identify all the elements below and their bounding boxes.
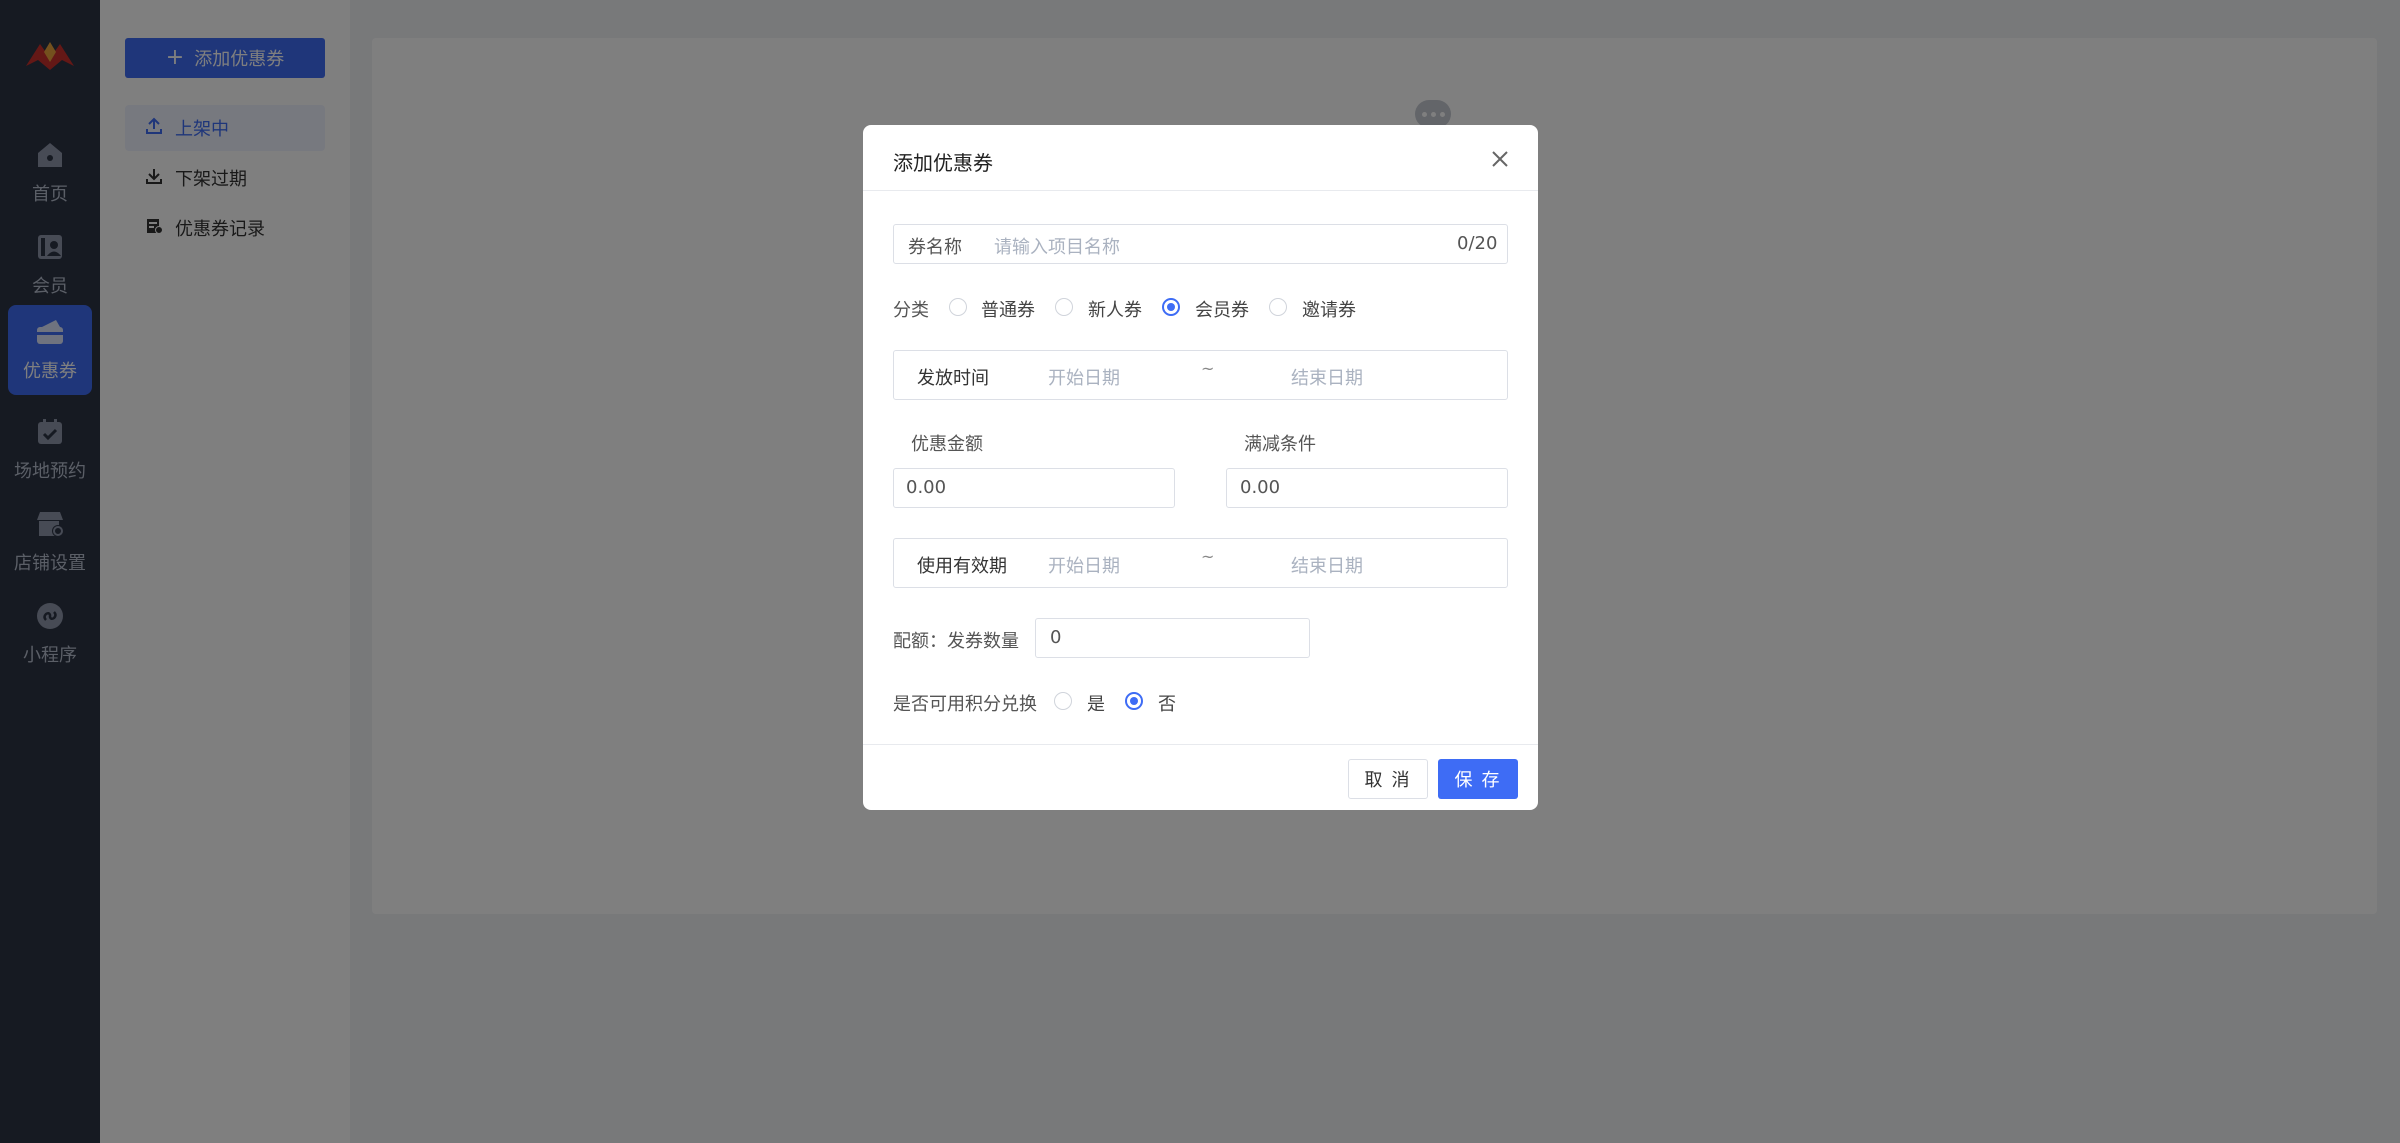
validity-end-date-input[interactable]: 结束日期: [1291, 552, 1363, 578]
range-separator: ~: [1201, 547, 1215, 566]
category-option-label: 会员券: [1195, 300, 1249, 321]
validity-start-date-input[interactable]: 开始日期: [1048, 552, 1120, 578]
category-radio-newcomer[interactable]: [1055, 298, 1073, 316]
category-label: 分类: [893, 300, 929, 321]
coupon-name-label: 券名称: [908, 237, 962, 258]
threshold-value: 0.00: [1240, 477, 1281, 498]
discount-amount-label: 优惠金额: [911, 434, 983, 455]
char-count: 0/20: [1457, 233, 1498, 254]
quota-label: 配额：发券数量: [893, 631, 1019, 652]
issue-time-label: 发放时间: [917, 368, 989, 389]
points-option-label: 否: [1158, 694, 1176, 715]
category-option-label: 新人券: [1088, 300, 1142, 321]
add-coupon-dialog: 添加优惠券 券名称 请输入项目名称 0/20 分类 普通券 新人券 会员券 邀请…: [863, 125, 1538, 810]
points-option-label: 是: [1087, 694, 1105, 715]
points-radio-yes[interactable]: [1054, 692, 1072, 710]
coupon-name-field[interactable]: [893, 224, 1508, 264]
coupon-name-input[interactable]: 请输入项目名称: [994, 233, 1120, 259]
quota-value: 0: [1050, 627, 1062, 648]
range-separator: ~: [1201, 359, 1215, 378]
cancel-button[interactable]: 取 消: [1348, 759, 1428, 799]
discount-amount-value: 0.00: [906, 477, 947, 498]
category-radio-normal[interactable]: [949, 298, 967, 316]
quota-input[interactable]: [1035, 618, 1310, 658]
validity-label: 使用有效期: [917, 556, 1007, 577]
save-button[interactable]: 保 存: [1438, 759, 1518, 799]
points-exchange-label: 是否可用积分兑换: [893, 694, 1037, 715]
category-option-label: 普通券: [981, 300, 1035, 321]
category-radio-invite[interactable]: [1269, 298, 1287, 316]
threshold-label: 满减条件: [1244, 434, 1316, 455]
category-option-label: 邀请券: [1302, 300, 1356, 321]
category-radio-member[interactable]: [1162, 298, 1180, 316]
points-radio-no[interactable]: [1125, 692, 1143, 710]
dialog-title: 添加优惠券: [893, 151, 993, 175]
issue-start-date-input[interactable]: 开始日期: [1048, 364, 1120, 390]
issue-end-date-input[interactable]: 结束日期: [1291, 364, 1363, 390]
close-icon[interactable]: [1488, 147, 1512, 171]
dialog-footer-divider: [863, 744, 1538, 745]
